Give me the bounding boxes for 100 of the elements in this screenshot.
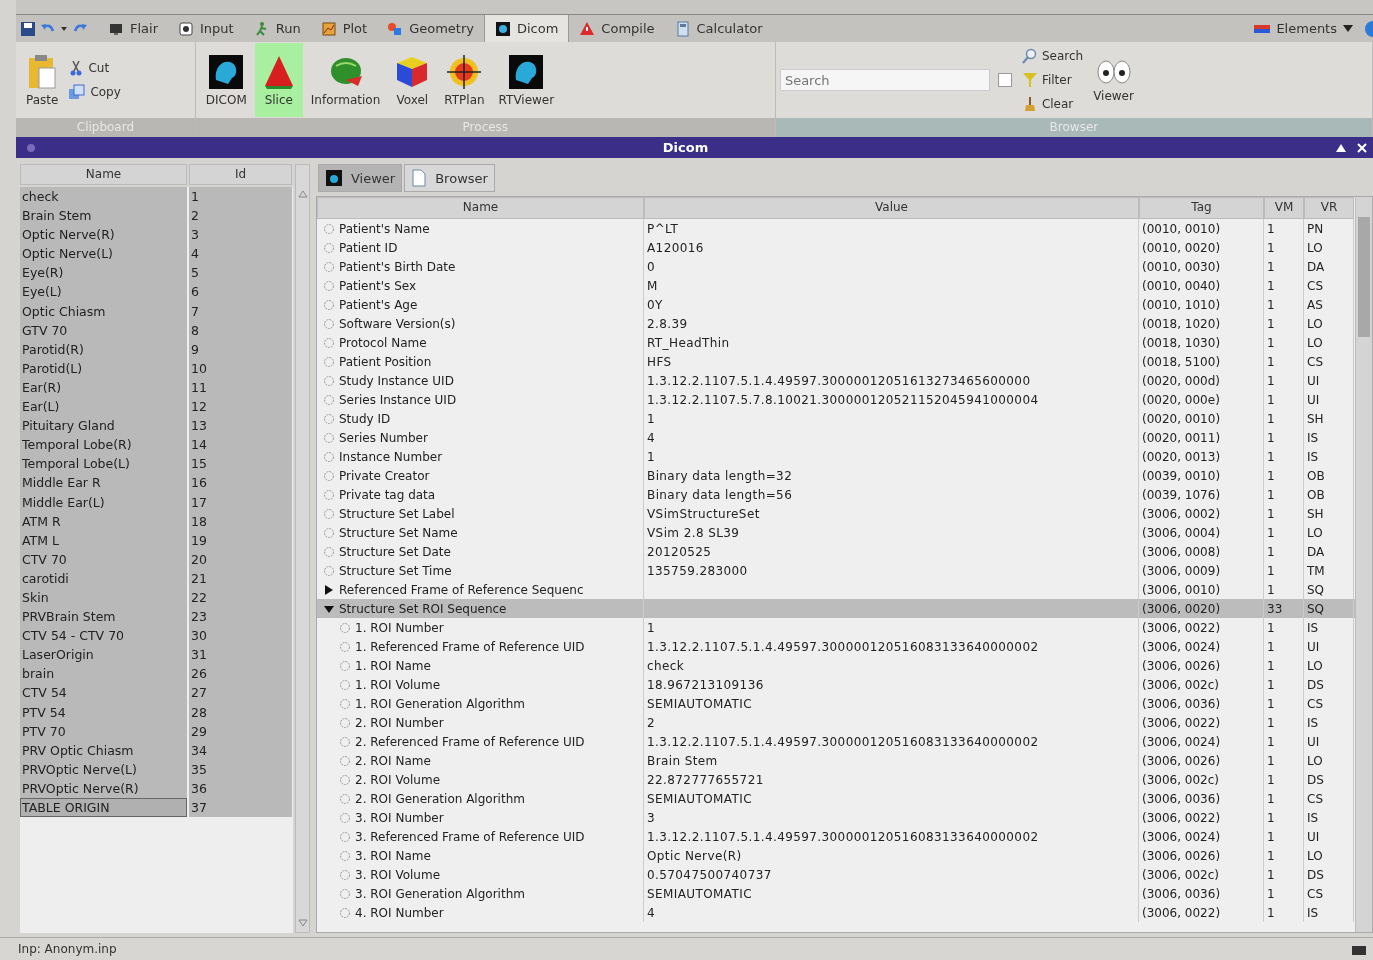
tag-name: Referenced Frame of Reference Sequenc xyxy=(339,582,584,597)
panel-title: Dicom xyxy=(661,140,710,155)
value-multiplicity: 1 xyxy=(1267,525,1275,540)
structure-name[interactable]: Temporal Lobe(R) xyxy=(20,435,187,455)
ribbon-tab[interactable]: Calculator xyxy=(664,15,773,42)
checkbox[interactable] xyxy=(997,73,1012,87)
tag-value: 2 xyxy=(647,715,656,730)
radio-circle-icon xyxy=(339,849,351,862)
search-field[interactable]: Search xyxy=(779,69,990,91)
value-representation: UI xyxy=(1307,734,1320,749)
value-multiplicity: 1 xyxy=(1267,715,1275,730)
tag-code: (0010, 0040) xyxy=(1142,278,1221,293)
view-tab[interactable]: Viewer xyxy=(318,164,403,192)
structure-name[interactable]: PRVBrain Stem xyxy=(20,607,187,627)
copy-icon xyxy=(68,84,87,100)
tag-code: (3006, 002c) xyxy=(1142,772,1220,787)
info-icon[interactable] xyxy=(1363,19,1373,38)
column-header[interactable]: Name xyxy=(20,164,187,185)
copy-button[interactable]: Copy xyxy=(66,83,123,101)
structure-name[interactable]: CTV 54 xyxy=(20,683,187,703)
scroll-down-icon[interactable] xyxy=(297,918,308,928)
process-button[interactable]: Slice xyxy=(254,43,303,117)
value-multiplicity: 1 xyxy=(1267,297,1275,312)
process-button[interactable]: Voxel xyxy=(388,43,437,117)
structure-name[interactable]: Eye(R) xyxy=(20,263,187,283)
tag-name: Patient ID xyxy=(339,240,398,255)
tag-name: 1. ROI Generation Algorithm xyxy=(355,696,525,711)
chart-icon xyxy=(320,20,337,37)
structure-name[interactable]: Temporal Lobe(L) xyxy=(20,454,187,474)
value-multiplicity: 1 xyxy=(1267,829,1275,844)
value-multiplicity: 1 xyxy=(1267,449,1275,464)
search-icon xyxy=(1021,48,1038,64)
process-button[interactable]: DICOM xyxy=(199,43,253,117)
tag-name: 3. Referenced Frame of Reference UID xyxy=(355,829,585,844)
value-representation: DA xyxy=(1307,259,1325,274)
structure-name[interactable]: Optic Nerve(R) xyxy=(20,225,187,245)
viewer-button[interactable]: Viewer xyxy=(1087,43,1140,117)
structure-name[interactable]: Eye(L) xyxy=(20,282,187,302)
process-button[interactable]: RTPlan xyxy=(438,43,491,117)
group-label: Browser xyxy=(775,118,1372,137)
paste-button[interactable]: Paste xyxy=(20,43,65,117)
structure-number: 2 xyxy=(189,206,292,226)
save-icon[interactable] xyxy=(20,20,36,37)
structure-name[interactable]: brain xyxy=(20,664,187,684)
process-button[interactable]: Information xyxy=(304,43,387,117)
column-header[interactable]: VM xyxy=(1264,197,1304,219)
tag-value: 1.3.12.2.1107.5.7.8.10021.300000120521152045941000004 xyxy=(647,392,1039,407)
scroll-up-icon[interactable] xyxy=(297,189,308,199)
ribbon-tab[interactable]: Flair xyxy=(98,15,168,42)
structure-name[interactable]: Brain Stem xyxy=(20,206,187,226)
structure-name[interactable]: check xyxy=(20,187,187,207)
structure-name[interactable]: CTV 54 - CTV 70 xyxy=(20,626,187,646)
view-tab[interactable]: Browser xyxy=(404,164,495,192)
tag-code: (3006, 0022) xyxy=(1142,715,1221,730)
process-button[interactable]: RTViewer xyxy=(492,43,561,117)
value-multiplicity: 1 xyxy=(1267,696,1275,711)
tag-name: 3. ROI Generation Algorithm xyxy=(355,886,525,901)
scrollbar[interactable] xyxy=(295,164,310,933)
tag-value: 18.967213109136 xyxy=(647,677,764,692)
structure-name[interactable]: Ear(L) xyxy=(20,397,187,417)
ribbon-tab[interactable]: Dicom xyxy=(483,15,570,42)
tag-value: 22.872777655721 xyxy=(647,772,764,787)
ribbon-tab[interactable]: Geometry xyxy=(377,15,484,42)
ribbon-tab[interactable]: Run xyxy=(243,15,311,42)
elements-menu[interactable]: Elements xyxy=(1244,15,1363,42)
expand-arrow-icon[interactable] xyxy=(323,583,335,596)
ribbon-tab[interactable]: Compile xyxy=(569,15,665,42)
value-representation: SH xyxy=(1307,506,1324,521)
ribbon-tab[interactable]: Input xyxy=(168,15,244,42)
radio-circle-icon xyxy=(323,355,335,368)
tag-name: Private tag data xyxy=(339,487,436,502)
cut-button[interactable]: Cut xyxy=(66,59,123,77)
column-header[interactable]: Id xyxy=(189,164,292,185)
ribbon-tab[interactable]: Plot xyxy=(310,15,378,42)
search-button[interactable]: Search xyxy=(1019,47,1086,65)
tag-code: (3006, 0002) xyxy=(1142,506,1221,521)
structure-name[interactable]: LaserOrigin xyxy=(20,645,187,665)
column-header[interactable]: VR xyxy=(1304,197,1354,219)
structure-number: 27 xyxy=(189,683,292,703)
tag-name: 3. ROI Number xyxy=(355,810,444,825)
close-icon[interactable] xyxy=(1357,142,1367,153)
structure-name[interactable]: Optic Nerve(L) xyxy=(20,244,187,264)
structure-name[interactable]: TABLE ORIGIN xyxy=(20,798,187,818)
collapse-icon[interactable] xyxy=(1335,142,1347,153)
filter-button[interactable]: Filter xyxy=(1019,71,1086,89)
structure-name[interactable]: Middle Ear R xyxy=(20,473,187,493)
tag-code: (3006, 0036) xyxy=(1142,696,1221,711)
tag-code: (0020, 000d) xyxy=(1142,373,1221,388)
warning-icon xyxy=(579,20,596,37)
clear-button[interactable]: Clear xyxy=(1019,95,1086,113)
value-multiplicity: 1 xyxy=(1267,221,1275,236)
value-multiplicity: 1 xyxy=(1267,411,1275,426)
column-header[interactable]: Name xyxy=(317,197,644,219)
funnel-icon xyxy=(1021,72,1038,88)
value-representation: IS xyxy=(1307,715,1319,730)
structure-name[interactable]: Pituitary Gland xyxy=(20,416,187,436)
column-header[interactable]: Value xyxy=(644,197,1139,219)
value-multiplicity: 1 xyxy=(1267,658,1275,673)
column-header[interactable]: Tag xyxy=(1139,197,1264,219)
scrollbar[interactable] xyxy=(1355,197,1372,932)
